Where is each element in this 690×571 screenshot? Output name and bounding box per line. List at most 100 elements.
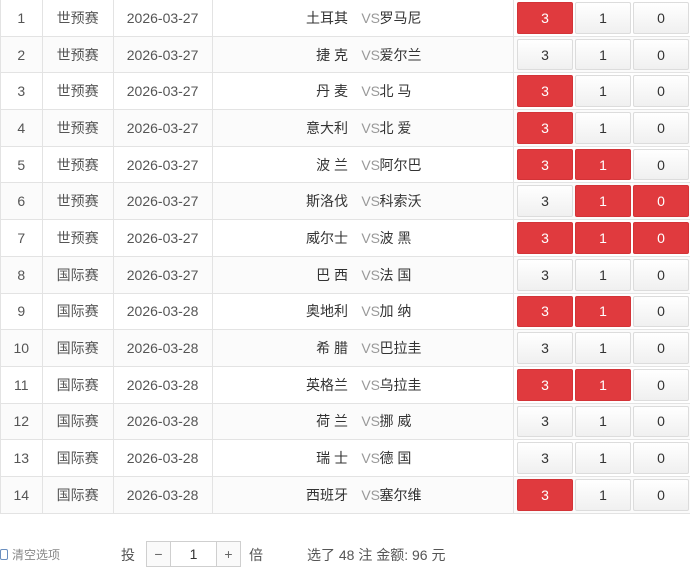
option-win-button[interactable]: 3 bbox=[517, 332, 573, 364]
option-win-button[interactable]: 3 bbox=[517, 258, 573, 291]
option-draw-button[interactable]: 1 bbox=[575, 148, 631, 181]
option-win-button[interactable]: 3 bbox=[517, 2, 573, 34]
table-row: 14 国际赛 2026-03-28 西班牙 VS 塞尔维 3 1 0 bbox=[1, 476, 690, 514]
option-draw-button[interactable]: 1 bbox=[575, 478, 631, 511]
option-draw-button[interactable]: 1 bbox=[575, 222, 631, 254]
bet-summary: 选了 48 注 金额: 96 元 bbox=[307, 547, 446, 563]
away-team: 北 马 bbox=[379, 83, 412, 100]
table-row: 3 世预赛 2026-03-27 丹 麦 VS 北 马310 bbox=[1, 73, 690, 111]
match-date: 2026-03-27 bbox=[114, 220, 213, 256]
match-teams: 丹 麦 VS 北 马 bbox=[213, 73, 514, 110]
vs-label: VS bbox=[361, 376, 380, 393]
option-loss-button[interactable]: 0 bbox=[633, 75, 689, 108]
option-draw-button[interactable]: 1 bbox=[575, 185, 631, 218]
option-draw-button[interactable]: 1 bbox=[575, 112, 631, 144]
match-number: 8 bbox=[1, 256, 43, 293]
match-number: 14 bbox=[1, 476, 43, 513]
table-row: 6 世预赛 2026-03-27 斯洛伐 VS 科索沃 3 1 0 bbox=[1, 183, 690, 221]
option-loss-button[interactable]: 0 bbox=[633, 295, 689, 328]
table-row: 9 国际赛 2026-03-28 奥地利 VS 加 纳 310 bbox=[1, 293, 690, 331]
result-options: 310 bbox=[514, 440, 690, 476]
away-team: 北 爱 bbox=[379, 119, 412, 136]
table-row: 11 国际赛 2026-03-28 英格兰 VS 乌拉圭 3 1 0 bbox=[1, 366, 690, 404]
result-options: 310 bbox=[514, 477, 690, 513]
option-loss-button[interactable]: 0 bbox=[633, 222, 689, 254]
option-draw-button[interactable]: 1 bbox=[575, 258, 631, 291]
vs-label: VS bbox=[361, 193, 380, 210]
result-options: 310 bbox=[514, 37, 690, 73]
match-number: 10 bbox=[1, 330, 43, 366]
match-teams: 威尔士 VS 波 黑 bbox=[213, 220, 514, 256]
league-type: 世预赛 bbox=[43, 0, 114, 36]
league-type: 国际赛 bbox=[43, 293, 114, 330]
option-win-button[interactable]: 3 bbox=[517, 75, 573, 108]
match-date: 2026-03-28 bbox=[114, 293, 213, 330]
option-draw-button[interactable]: 1 bbox=[575, 368, 631, 401]
option-draw-button[interactable]: 1 bbox=[575, 405, 631, 438]
option-loss-button[interactable]: 0 bbox=[633, 148, 689, 181]
option-loss-button[interactable]: 0 bbox=[633, 332, 689, 364]
home-team: 英格兰 bbox=[306, 376, 348, 393]
decrease-button[interactable]: − bbox=[147, 542, 171, 566]
league-type: 国际赛 bbox=[43, 366, 114, 403]
vs-label: VS bbox=[361, 340, 380, 357]
option-loss-button[interactable]: 0 bbox=[633, 38, 689, 71]
match-teams: 意大利 VS 北 爱 bbox=[213, 110, 514, 146]
option-draw-button[interactable]: 1 bbox=[575, 2, 631, 34]
away-team: 塞尔维 bbox=[379, 486, 422, 503]
result-options: 310 bbox=[514, 0, 690, 36]
option-loss-button[interactable]: 0 bbox=[633, 185, 689, 218]
home-team: 斯洛伐 bbox=[306, 193, 348, 210]
option-win-button[interactable]: 3 bbox=[517, 222, 573, 254]
table-row: 8 国际赛 2026-03-27 巴 西 VS 法 国 310 bbox=[1, 256, 690, 294]
home-team: 土耳其 bbox=[306, 9, 348, 26]
option-win-button[interactable]: 3 bbox=[517, 442, 573, 474]
option-win-button[interactable]: 3 bbox=[517, 295, 573, 328]
match-number: 7 bbox=[1, 220, 43, 256]
option-win-button[interactable]: 3 bbox=[517, 368, 573, 401]
league-type: 世预赛 bbox=[43, 183, 114, 220]
option-win-button[interactable]: 3 bbox=[517, 405, 573, 438]
option-win-button[interactable]: 3 bbox=[517, 38, 573, 71]
option-loss-button[interactable]: 0 bbox=[633, 442, 689, 474]
option-draw-button[interactable]: 1 bbox=[575, 295, 631, 328]
home-team: 捷 克 bbox=[316, 46, 348, 63]
match-teams: 奥地利 VS 加 纳 bbox=[213, 293, 514, 330]
league-type: 世预赛 bbox=[43, 146, 114, 183]
option-win-button[interactable]: 3 bbox=[517, 478, 573, 511]
match-teams: 波 兰 VS 阿尔巴 bbox=[213, 146, 514, 183]
match-number: 12 bbox=[1, 403, 43, 440]
match-number: 11 bbox=[1, 366, 43, 403]
home-team: 丹 麦 bbox=[316, 83, 348, 100]
option-loss-button[interactable]: 0 bbox=[633, 258, 689, 291]
option-win-button[interactable]: 3 bbox=[517, 148, 573, 181]
match-date: 2026-03-27 bbox=[114, 73, 213, 110]
vs-label: VS bbox=[361, 450, 380, 467]
option-win-button[interactable]: 3 bbox=[517, 112, 573, 144]
option-loss-button[interactable]: 0 bbox=[633, 405, 689, 438]
multiplier-input[interactable] bbox=[171, 542, 216, 566]
match-date: 2026-03-27 bbox=[114, 146, 213, 183]
increase-button[interactable]: + bbox=[216, 542, 240, 566]
option-loss-button[interactable]: 0 bbox=[633, 112, 689, 144]
option-draw-button[interactable]: 1 bbox=[575, 442, 631, 474]
option-loss-button[interactable]: 0 bbox=[633, 478, 689, 511]
clear-selection-button[interactable]: 清空选项 bbox=[0, 546, 60, 563]
table-row: 12 国际赛 2026-03-28 荷 兰 VS 挪 威 310 bbox=[1, 403, 690, 441]
table-row: 2 世预赛 2026-03-27 捷 克 VS 爱尔兰 3 1 0 bbox=[1, 36, 690, 74]
home-team: 波 兰 bbox=[316, 156, 348, 173]
bet-footer: 清空选项 投 − + 倍 选了 48 注 金额: 96 元 bbox=[0, 536, 690, 571]
option-draw-button[interactable]: 1 bbox=[575, 332, 631, 364]
result-options: 310 bbox=[514, 294, 690, 330]
option-draw-button[interactable]: 1 bbox=[575, 38, 631, 71]
league-type: 国际赛 bbox=[43, 330, 114, 366]
option-loss-button[interactable]: 0 bbox=[633, 368, 689, 401]
match-number: 13 bbox=[1, 440, 43, 476]
result-options: 310 bbox=[514, 220, 690, 256]
vs-label: VS bbox=[361, 9, 380, 26]
match-teams: 瑞 士 VS 德 国 bbox=[213, 440, 514, 476]
option-win-button[interactable]: 3 bbox=[517, 185, 573, 218]
match-teams: 斯洛伐 VS 科索沃 bbox=[213, 183, 514, 220]
option-loss-button[interactable]: 0 bbox=[633, 2, 689, 34]
option-draw-button[interactable]: 1 bbox=[575, 75, 631, 108]
